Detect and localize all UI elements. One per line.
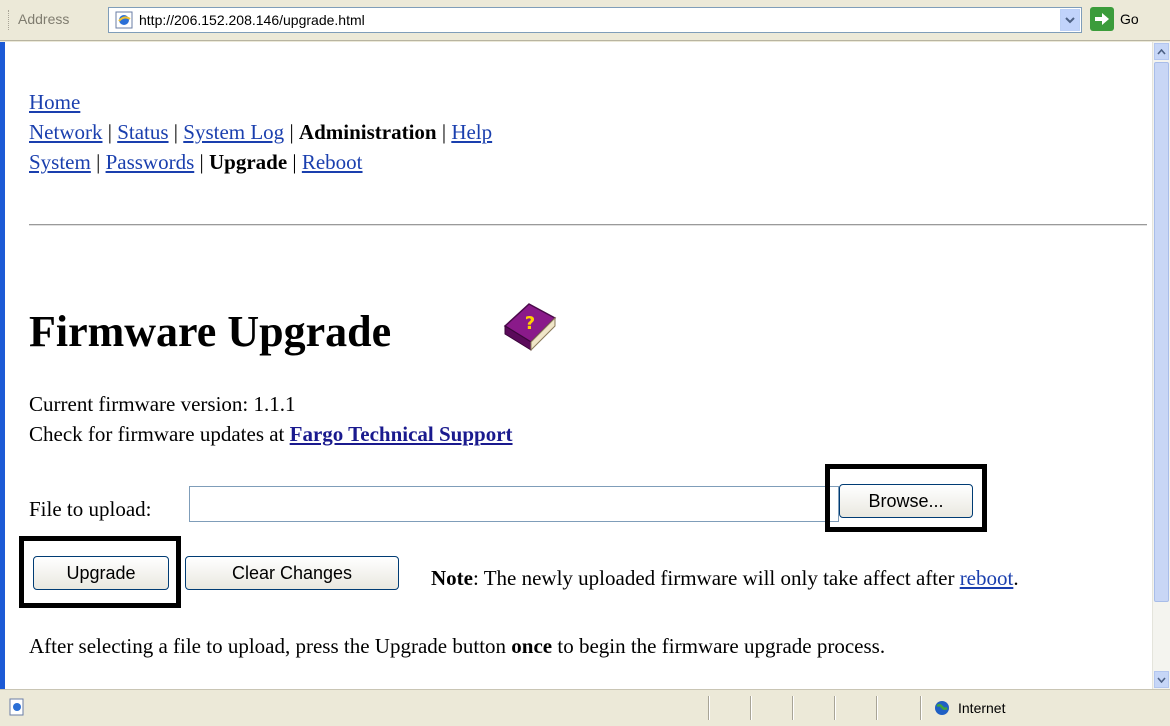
scroll-up-button[interactable] xyxy=(1154,43,1169,60)
instructions-text: After selecting a file to upload, press … xyxy=(29,634,885,659)
globe-icon xyxy=(935,701,949,715)
address-url: http://206.152.208.146/upgrade.html xyxy=(139,12,365,28)
check-updates-line: Check for firmware updates at Fargo Tech… xyxy=(29,422,513,447)
current-version-text: Current firmware version: 1.1.1 xyxy=(29,392,296,416)
note-end: . xyxy=(1013,566,1019,590)
reboot-note: Note: The newly uploaded firmware will o… xyxy=(431,566,1019,591)
system-link[interactable]: System xyxy=(29,150,91,174)
divider xyxy=(29,224,1147,226)
instructions-emphasis: once xyxy=(511,634,553,658)
support-link[interactable]: Fargo Technical Support xyxy=(290,422,513,446)
status-separator xyxy=(920,696,922,720)
chevron-up-icon xyxy=(1157,48,1166,55)
upgrade-current: Upgrade xyxy=(208,150,288,174)
vertical-scrollbar[interactable] xyxy=(1152,42,1170,689)
go-button[interactable] xyxy=(1090,7,1114,31)
status-bar: Internet xyxy=(0,689,1170,726)
note-label: Note xyxy=(431,566,473,590)
system-log-link[interactable]: System Log xyxy=(183,120,284,144)
page-status-icon xyxy=(9,698,24,716)
status-separator xyxy=(876,696,878,720)
instructions-prefix: After selecting a file to upload, press … xyxy=(29,634,507,658)
nav-separator: | xyxy=(289,120,294,144)
note-reboot-link[interactable]: reboot xyxy=(960,566,1014,590)
nav-separator: | xyxy=(199,150,204,174)
browser-viewport: Home Network | Status | System Log | Adm… xyxy=(0,42,1170,689)
address-input[interactable]: http://206.152.208.146/upgrade.html xyxy=(108,7,1082,33)
address-label: Address xyxy=(18,11,70,27)
nav-separator: | xyxy=(107,120,112,144)
nav-sub-row: System | Passwords | Upgrade | Reboot xyxy=(29,150,363,175)
address-toolbar: Address http://206.152.208.146/upgrade.h… xyxy=(0,0,1170,41)
address-dropdown-button[interactable] xyxy=(1060,9,1080,31)
toolbar-grip[interactable] xyxy=(8,10,12,30)
status-separator xyxy=(792,696,794,720)
arrow-right-icon xyxy=(1095,13,1109,25)
chevron-down-icon xyxy=(1065,17,1075,24)
nav-separator: | xyxy=(292,150,297,174)
nav-separator: | xyxy=(441,120,447,144)
status-separator xyxy=(834,696,836,720)
chevron-down-icon xyxy=(1157,676,1166,683)
network-link[interactable]: Network xyxy=(29,120,102,144)
scroll-thumb[interactable] xyxy=(1154,62,1169,602)
administration-current: Administration xyxy=(298,120,437,144)
nav-main-row: Network | Status | System Log | Administ… xyxy=(29,120,492,145)
go-label[interactable]: Go xyxy=(1120,11,1139,27)
passwords-link[interactable]: Passwords xyxy=(106,150,195,174)
help-link[interactable]: Help xyxy=(451,120,492,144)
file-upload-input[interactable] xyxy=(189,486,839,522)
page-title: Firmware Upgrade xyxy=(29,307,392,356)
ie-page-icon xyxy=(115,11,133,29)
browse-highlight-box xyxy=(825,464,987,532)
clear-changes-button[interactable]: Clear Changes xyxy=(185,556,399,590)
nav-separator: | xyxy=(173,120,179,144)
svg-text:?: ? xyxy=(525,313,535,334)
security-zone-label: Internet xyxy=(958,700,1006,716)
instructions-suffix: to begin the firmware upgrade process. xyxy=(557,634,886,658)
note-text: : The newly uploaded firmware will only … xyxy=(472,566,955,590)
file-upload-label: File to upload: xyxy=(29,497,152,521)
scroll-down-button[interactable] xyxy=(1154,671,1169,688)
nav-home-row: Home xyxy=(29,90,80,115)
help-book-icon[interactable]: ? xyxy=(499,296,559,356)
status-separator xyxy=(750,696,752,720)
check-updates-text: Check for firmware updates at xyxy=(29,422,285,446)
home-link[interactable]: Home xyxy=(29,90,80,114)
upgrade-highlight-box xyxy=(19,536,181,608)
reboot-link[interactable]: Reboot xyxy=(302,150,363,174)
status-link[interactable]: Status xyxy=(117,120,168,144)
status-separator xyxy=(708,696,710,720)
nav-separator: | xyxy=(96,150,101,174)
